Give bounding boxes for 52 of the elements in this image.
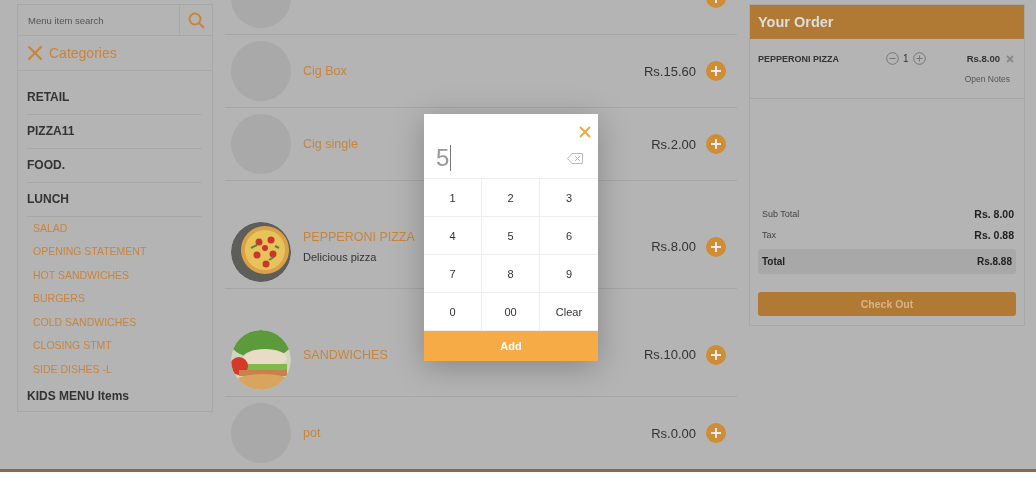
backspace-icon[interactable]	[567, 152, 583, 164]
quantity: 1	[903, 53, 909, 64]
item-name: pot	[303, 426, 321, 440]
category-item[interactable]: PIZZA11	[27, 114, 202, 149]
total-value: Rs.8.88	[976, 256, 1012, 267]
category-item[interactable]: LUNCH	[27, 182, 202, 217]
subtotal-label: Sub Total	[762, 208, 800, 219]
category-item[interactable]: FOOD.	[27, 148, 202, 183]
add-icon[interactable]	[706, 236, 726, 257]
keypad-key[interactable]: 5	[482, 217, 540, 255]
order-item-price: Rs.8.00	[966, 53, 1000, 64]
item-name: PEPPERONI PIZZA	[303, 230, 415, 244]
item-name: Cig Box	[303, 64, 347, 78]
add-icon[interactable]	[706, 423, 726, 443]
item-price: Rs.15.60	[643, 63, 696, 79]
keypad-key[interactable]: 3	[540, 179, 598, 217]
item-price: Rs.10.00	[643, 347, 696, 362]
categories-heading: Categories	[49, 44, 117, 61]
search-field[interactable]: Menu item search	[18, 5, 180, 36]
item-name: Cig single	[303, 137, 358, 151]
item-price: Rs.0.00	[651, 425, 696, 441]
item-name: SANDWICHES	[303, 347, 388, 362]
remove-icon[interactable]	[1006, 54, 1014, 63]
tax-value: Rs. 0.88	[974, 228, 1014, 241]
category-item[interactable]: KIDS MENU Items	[27, 381, 202, 411]
search-icon	[187, 11, 205, 29]
item-description: Delicious pizza	[303, 251, 377, 263]
add-icon[interactable]	[706, 134, 726, 154]
keypad-key[interactable]: 9	[540, 255, 598, 293]
plus-icon[interactable]	[912, 52, 926, 65]
keypad-key[interactable]: 7	[424, 255, 482, 293]
category-item[interactable]: RETAIL	[27, 80, 202, 115]
close-icon[interactable]	[579, 126, 591, 138]
keypad-key[interactable]: 0	[424, 293, 482, 331]
keypad-key[interactable]: 8	[482, 255, 540, 293]
add-icon[interactable]	[706, 344, 726, 365]
item-price: Rs.2.00	[651, 136, 696, 152]
keypad-key[interactable]: 4	[424, 217, 482, 255]
add-icon[interactable]	[706, 61, 726, 81]
keypad-key[interactable]: 6	[540, 217, 598, 255]
order-title: Your Order	[758, 14, 834, 30]
order-item-name: PEPPERONI PIZZA	[758, 53, 840, 64]
keypad-key[interactable]: Clear	[540, 293, 598, 331]
open-notes-link[interactable]: Open Notes	[758, 74, 1010, 84]
keypad-key[interactable]: 2	[482, 179, 540, 217]
minus-icon[interactable]	[886, 52, 899, 65]
total-label: Total	[762, 256, 786, 267]
subtotal-value: Rs. 8.00	[974, 207, 1014, 220]
keypad-key[interactable]: 1	[424, 179, 482, 217]
item-price: Rs.8.00	[651, 239, 696, 254]
keypad-key[interactable]: 00	[482, 293, 540, 331]
tax-label: Tax	[762, 229, 776, 240]
